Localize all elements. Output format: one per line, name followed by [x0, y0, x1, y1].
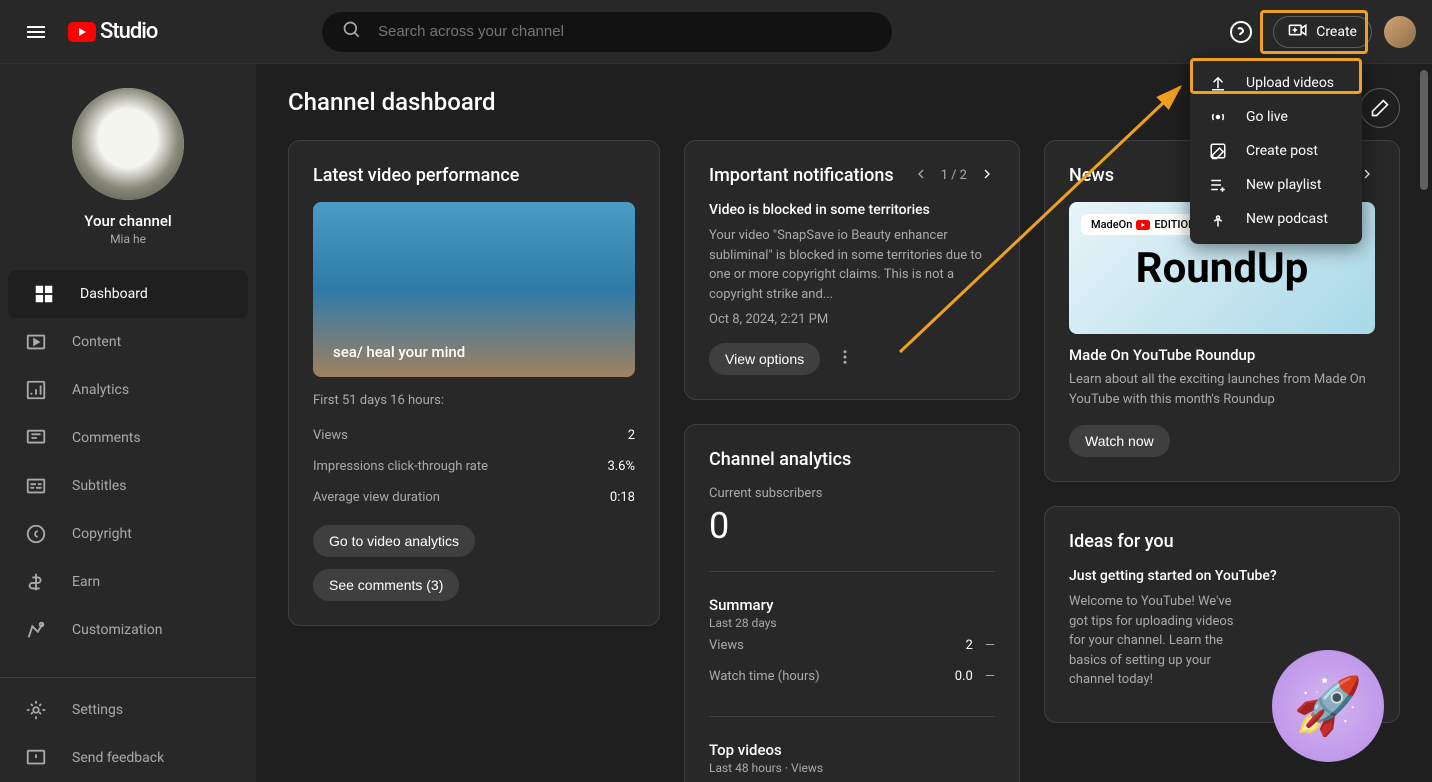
earn-icon [24, 570, 48, 594]
pager-next[interactable] [979, 166, 995, 186]
nav-customization[interactable]: Customization [0, 606, 256, 654]
roundup-text: RoundUp [1136, 244, 1309, 293]
copyright-icon [24, 522, 48, 546]
nav-subtitles[interactable]: Subtitles [0, 462, 256, 510]
stat-row: Views2 [313, 420, 635, 451]
upload-icon [1206, 74, 1230, 92]
pager-prev[interactable] [913, 166, 929, 186]
pager-count: 1 / 2 [941, 168, 967, 183]
settings-icon [24, 698, 48, 722]
nav-feedback[interactable]: Send feedback [0, 734, 256, 782]
video-thumbnail[interactable]: sea/ heal your mind [313, 202, 635, 377]
notif-item-title: Video is blocked in some territories [709, 202, 995, 218]
create-icon [1288, 23, 1308, 41]
menu-new-podcast[interactable]: New podcast [1190, 202, 1362, 236]
notif-item-date: Oct 8, 2024, 2:21 PM [709, 312, 995, 327]
menu-new-playlist[interactable]: New playlist [1190, 168, 1362, 202]
studio-logo[interactable]: Studio [68, 19, 157, 44]
podcast-icon [1206, 210, 1230, 228]
nav-comments[interactable]: Comments [0, 414, 256, 462]
subs-value: 0 [709, 505, 995, 547]
analytics-icon [24, 378, 48, 402]
stat-row: Average view duration0:18 [313, 482, 635, 513]
nav-analytics[interactable]: Analytics [0, 366, 256, 414]
subtitles-icon [24, 474, 48, 498]
menu-go-live[interactable]: Go live [1190, 100, 1362, 134]
create-dropdown: Upload videos Go live Create post New pl… [1190, 58, 1362, 244]
subs-label: Current subscribers [709, 486, 995, 501]
latest-video-card: Latest video performance sea/ heal your … [288, 140, 660, 626]
content-icon [24, 330, 48, 354]
latest-title: Latest video performance [313, 165, 635, 186]
notifications-card: Important notifications 1 / 2 Video is b… [684, 140, 1020, 400]
feedback-icon [24, 746, 48, 770]
dashboard-icon [32, 282, 56, 306]
scrollbar[interactable] [1420, 70, 1428, 190]
menu-create-post[interactable]: Create post [1190, 134, 1362, 168]
top-videos-title: Top videos [709, 741, 995, 759]
hamburger-menu[interactable] [16, 12, 56, 52]
help-button[interactable] [1221, 12, 1261, 52]
video-title: sea/ heal your mind [333, 343, 465, 361]
channel-avatar[interactable] [72, 88, 184, 200]
notif-item-body: Your video "SnapSave io Beauty enhancer … [709, 226, 995, 304]
channel-name: Mia he [0, 232, 256, 246]
account-avatar[interactable] [1384, 16, 1416, 48]
news-item-body: Learn about all the exciting launches fr… [1069, 370, 1375, 409]
view-options-button[interactable]: View options [709, 343, 820, 375]
channel-analytics-card: Channel analytics Current subscribers 0 … [684, 424, 1020, 782]
comments-icon [24, 426, 48, 450]
nav-content[interactable]: Content [0, 318, 256, 366]
stat-row: Watch time (hours)0.0— [709, 661, 995, 692]
period-label: First 51 days 16 hours: [313, 393, 635, 408]
search-icon [342, 20, 362, 44]
ideas-title: Ideas for you [1069, 531, 1375, 552]
top-videos-period: Last 48 hours · Views [709, 761, 995, 775]
news-title: News [1069, 165, 1114, 186]
search-box[interactable] [322, 12, 892, 52]
analytics-title: Channel analytics [709, 449, 995, 470]
create-label: Create [1316, 24, 1357, 40]
rocket-badge[interactable]: 🚀 [1272, 650, 1384, 762]
create-button[interactable]: Create [1273, 16, 1372, 48]
summary-period: Last 28 days [709, 616, 995, 630]
go-analytics-button[interactable]: Go to video analytics [313, 525, 475, 557]
customization-icon [24, 618, 48, 642]
live-icon [1206, 108, 1230, 126]
watch-now-button[interactable]: Watch now [1069, 425, 1170, 457]
post-icon [1206, 142, 1230, 160]
channel-label: Your channel [0, 212, 256, 230]
ideas-body: Welcome to YouTube! We've got tips for u… [1069, 592, 1249, 690]
logo-text: Studio [100, 19, 157, 44]
news-item-title: Made On YouTube Roundup [1069, 346, 1375, 364]
more-icon[interactable] [836, 348, 854, 370]
nav-settings[interactable]: Settings [0, 686, 256, 734]
see-comments-button[interactable]: See comments (3) [313, 569, 459, 601]
nav-copyright[interactable]: Copyright [0, 510, 256, 558]
stat-row: Impressions click-through rate3.6% [313, 451, 635, 482]
stat-row: Views2— [709, 630, 995, 661]
nav-dashboard[interactable]: Dashboard [8, 270, 248, 318]
playlist-icon [1206, 176, 1230, 194]
nav-earn[interactable]: Earn [0, 558, 256, 606]
summary-title: Summary [709, 596, 995, 614]
menu-upload-videos[interactable]: Upload videos [1190, 66, 1362, 100]
search-input[interactable] [378, 23, 872, 40]
notif-title: Important notifications [709, 165, 894, 186]
ideas-subtitle: Just getting started on YouTube? [1069, 568, 1375, 584]
